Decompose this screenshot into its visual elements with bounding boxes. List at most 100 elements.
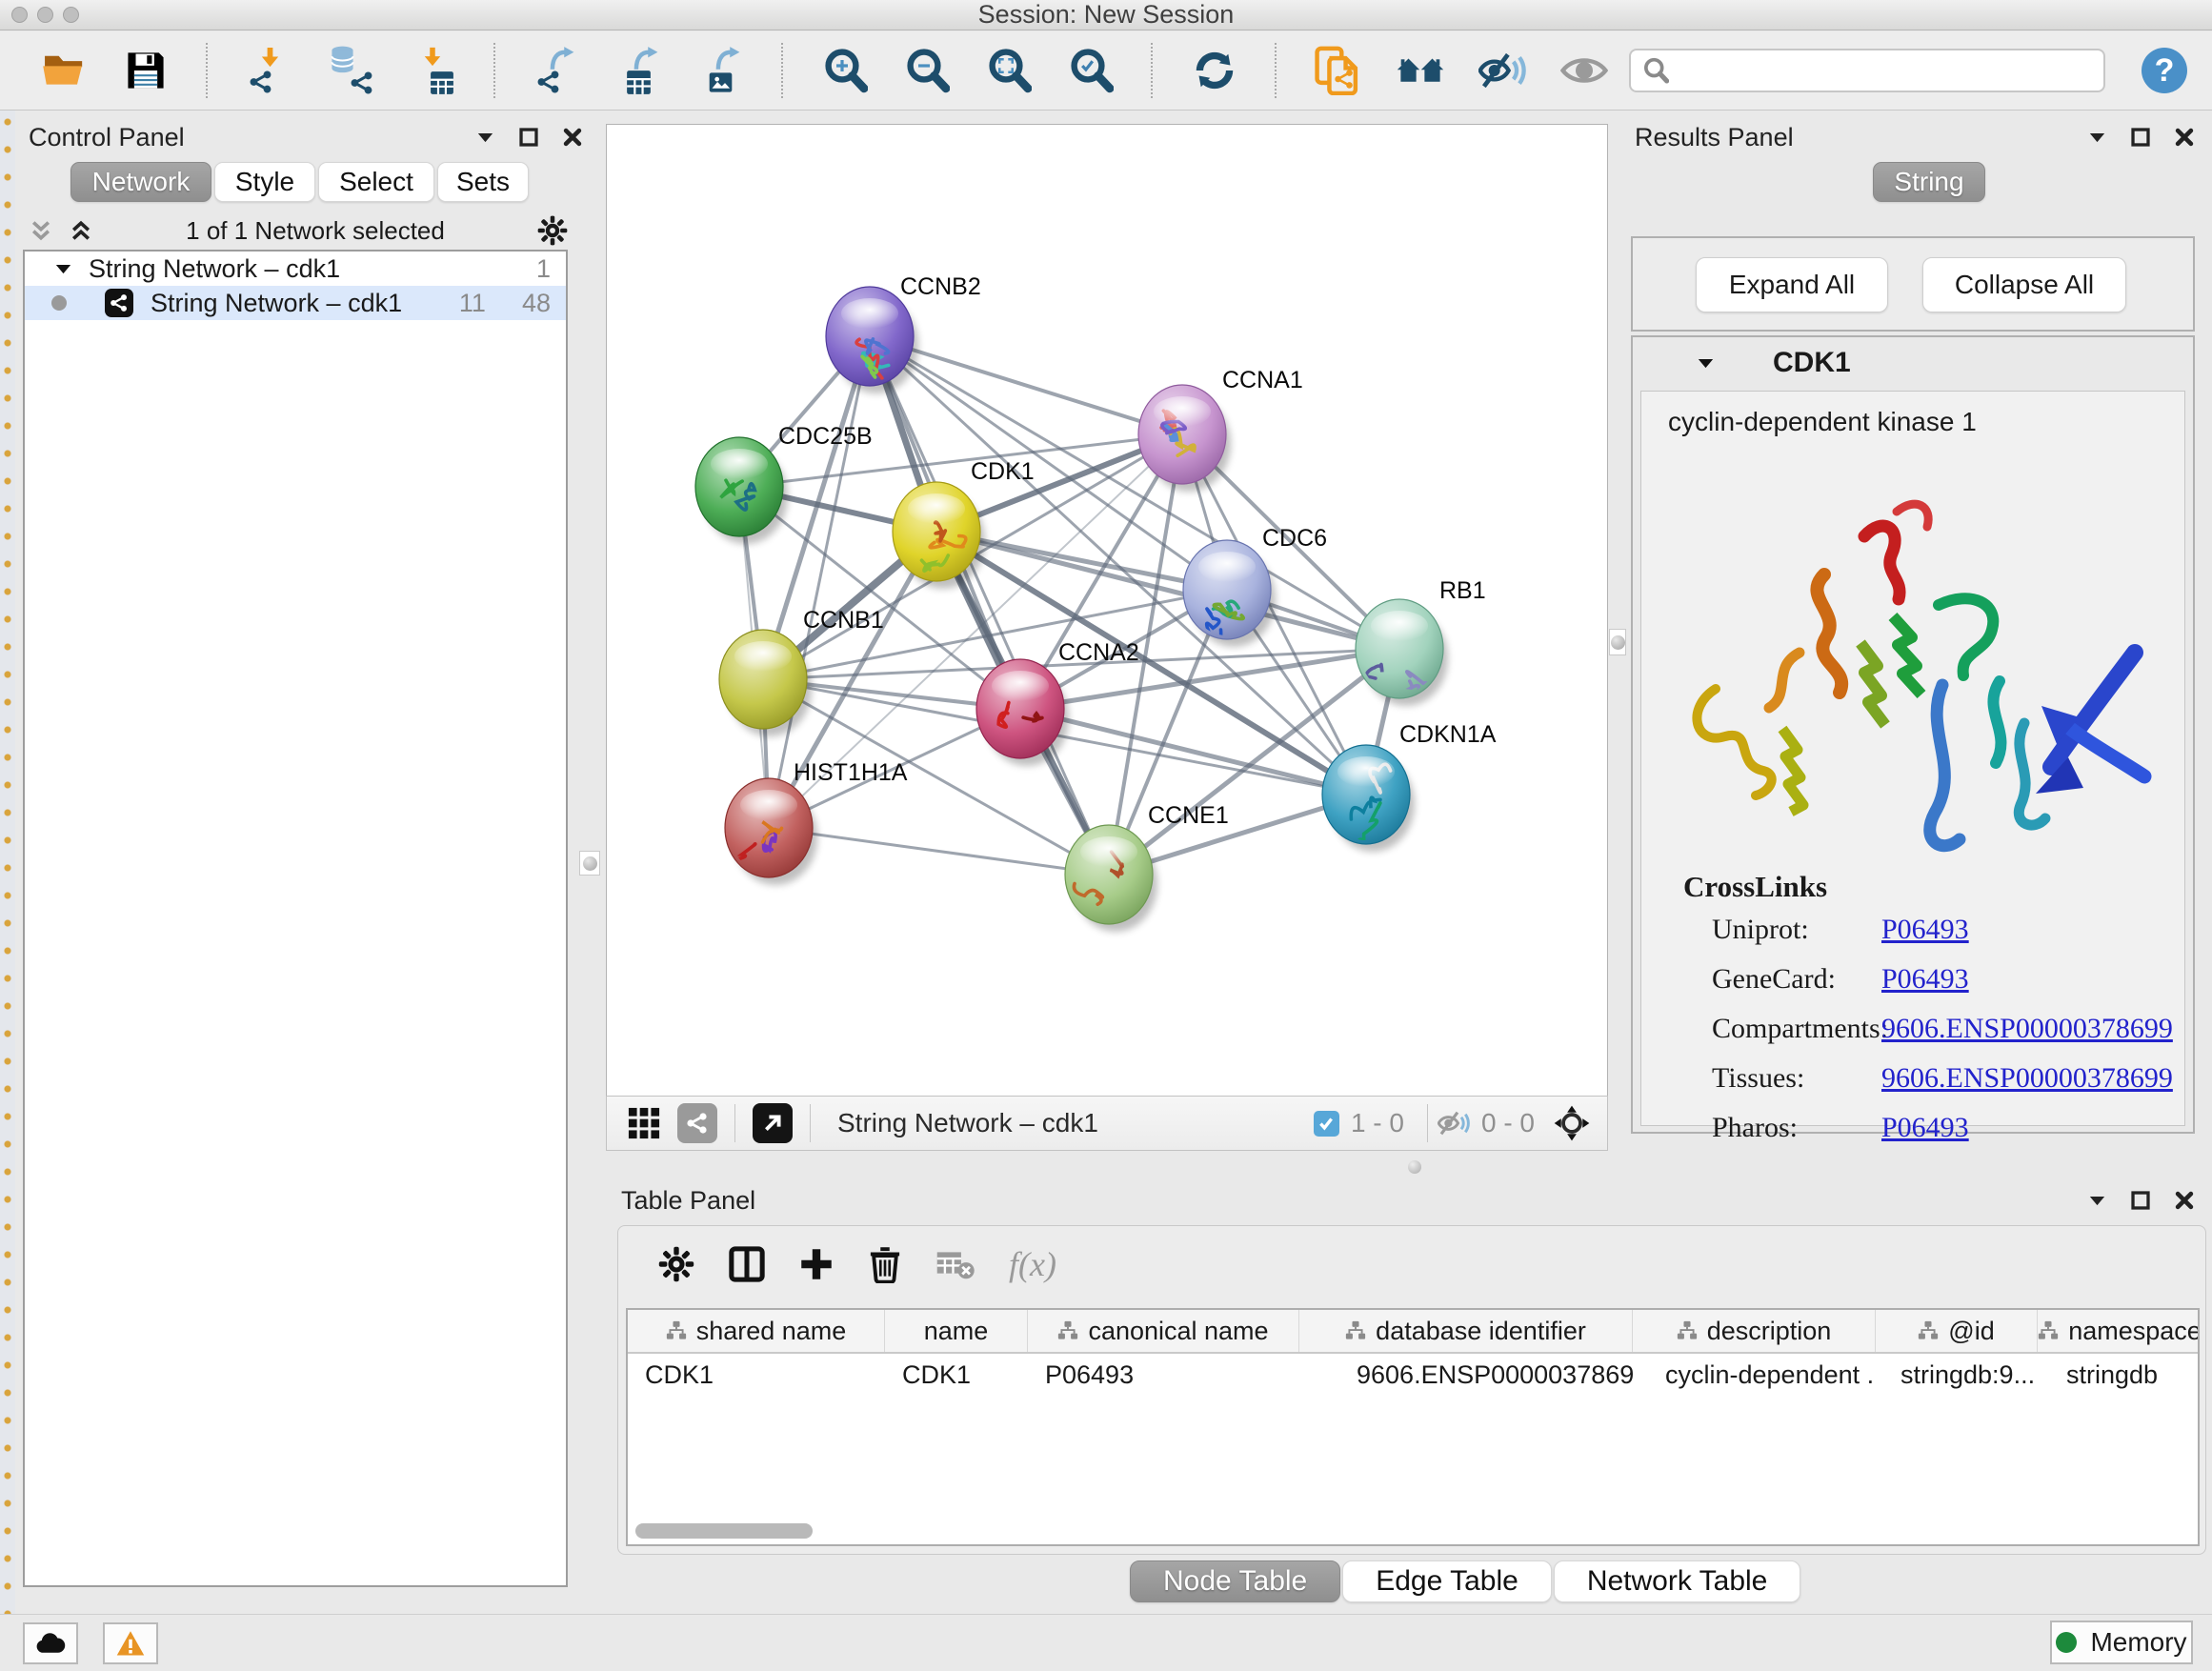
network-canvas[interactable]: CCNB2CCNA1CDC25BCDK1CDC6RB1CCNB1CCNA2CDK…	[606, 124, 1608, 1096]
results-panel-close-icon[interactable]	[2168, 123, 2201, 151]
pan-crosshair-icon[interactable]	[1554, 1105, 1590, 1141]
global-search-field[interactable]	[1629, 49, 2105, 92]
network-node-CDC6[interactable]: CDC6	[1183, 525, 1327, 647]
status-bar: Memory	[0, 1614, 2212, 1671]
export-table-button[interactable]	[613, 45, 665, 96]
tab-sets[interactable]: Sets	[437, 162, 529, 202]
tab-network[interactable]: Network	[70, 162, 211, 202]
collapse-all-button[interactable]: Collapse All	[1922, 257, 2126, 312]
crosslink-uniprot-link[interactable]: P06493	[1881, 914, 1969, 946]
import-network-button[interactable]	[244, 45, 295, 96]
open-session-button[interactable]	[38, 45, 90, 96]
network-row[interactable]: String Network – cdk1 11 48	[25, 286, 566, 320]
network-node-CCNE1[interactable]: CCNE1	[1065, 802, 1229, 932]
cloud-status-button[interactable]	[23, 1622, 78, 1664]
tab-string[interactable]: String	[1873, 162, 1985, 202]
left-splitter-handle[interactable]	[579, 851, 600, 876]
column-header-description[interactable]: description	[1633, 1310, 1876, 1352]
table-panel-float-icon[interactable]	[2124, 1186, 2157, 1215]
network-edge[interactable]	[769, 828, 1109, 875]
help-button[interactable]: ?	[2142, 48, 2187, 93]
first-neighbors-button[interactable]	[1395, 45, 1446, 96]
column-header-name[interactable]: name	[885, 1310, 1028, 1352]
table-panel-close-icon[interactable]	[2168, 1186, 2201, 1215]
zoom-in-icon	[822, 48, 868, 93]
tab-network-table[interactable]: Network Table	[1554, 1560, 1801, 1602]
expand-all-networks-icon[interactable]	[69, 218, 93, 243]
tab-node-table[interactable]: Node Table	[1130, 1560, 1340, 1602]
warnings-button[interactable]	[103, 1622, 158, 1664]
network-options-gear-icon[interactable]	[537, 215, 568, 246]
zoom-selected-button[interactable]	[1065, 45, 1116, 96]
tab-select[interactable]: Select	[318, 162, 434, 202]
network-edge[interactable]	[870, 336, 1109, 875]
table-panel-menu-icon[interactable]	[2081, 1186, 2113, 1215]
add-column-icon[interactable]	[799, 1247, 834, 1281]
results-actions-box: Expand All Collapse All	[1631, 236, 2195, 332]
show-hidden-button[interactable]	[1558, 45, 1610, 96]
import-network-from-database-button[interactable]	[326, 45, 377, 96]
table-row[interactable]: CDK1 CDK1 P06493 9606.ENSP00000378699 cy…	[628, 1354, 2198, 1396]
crosslink-tissues-link[interactable]: 9606.ENSP00000378699	[1881, 1062, 2173, 1095]
control-panel-float-icon[interactable]	[513, 123, 545, 151]
tab-style[interactable]: Style	[214, 162, 315, 202]
network-edge[interactable]	[769, 336, 870, 828]
node-label: CCNB2	[900, 273, 981, 300]
network-edge[interactable]	[1020, 709, 1366, 795]
grid-view-icon[interactable]	[628, 1107, 660, 1139]
control-panel-close-icon[interactable]	[556, 123, 589, 151]
network-node-CCNB2[interactable]: CCNB2	[826, 273, 981, 393]
zoom-in-button[interactable]	[819, 45, 871, 96]
export-image-button[interactable]	[695, 45, 747, 96]
crosslink-compartments-link[interactable]: 9606.ENSP00000378699	[1881, 1013, 2173, 1045]
delete-table-icon[interactable]	[936, 1248, 975, 1280]
search-input[interactable]	[1679, 55, 2079, 87]
crosslink-pharos-link[interactable]: P06493	[1881, 1112, 1969, 1144]
control-panel-menu-icon[interactable]	[469, 123, 501, 151]
refresh-view-button[interactable]	[1189, 45, 1240, 96]
delete-column-icon[interactable]	[868, 1245, 902, 1283]
function-builder-icon[interactable]: f(x)	[1009, 1244, 1056, 1284]
column-header-database-identifier[interactable]: database identifier	[1299, 1310, 1633, 1352]
show-columns-icon[interactable]	[729, 1246, 765, 1282]
network-row-label: String Network – cdk1	[151, 289, 402, 318]
column-header-namespace[interactable]: namespace	[2038, 1310, 2200, 1352]
results-panel-menu-icon[interactable]	[2081, 123, 2113, 151]
expand-all-button[interactable]: Expand All	[1696, 257, 1888, 312]
network-collection-row[interactable]: String Network – cdk1 1	[25, 252, 566, 286]
save-session-button[interactable]	[120, 45, 171, 96]
network-node-HIST1H1A[interactable]: HIST1H1A	[725, 759, 908, 885]
birds-eye-view-icon[interactable]	[753, 1103, 793, 1143]
memory-button[interactable]: Memory	[2050, 1621, 2193, 1664]
network-node-CDKN1A[interactable]: CDKN1A	[1322, 721, 1497, 856]
window-title: Session: New Session	[0, 0, 2212, 30]
column-header-canonical-name[interactable]: canonical name	[1028, 1310, 1299, 1352]
tab-edge-table[interactable]: Edge Table	[1342, 1560, 1552, 1602]
collapse-all-networks-icon[interactable]	[29, 218, 53, 243]
collection-expander-icon[interactable]	[55, 264, 71, 274]
network-node-CDC25B[interactable]: CDC25B	[695, 423, 873, 544]
gene-section-header[interactable]: CDK1	[1633, 337, 2193, 389]
zoom-out-button[interactable]	[901, 45, 953, 96]
gene-expander-icon[interactable]	[1698, 358, 1714, 369]
horizontal-scrollbar-thumb[interactable]	[635, 1523, 813, 1539]
network-node-CCNA1[interactable]: CCNA1	[1138, 367, 1303, 492]
crosslink-genecard-link[interactable]: P06493	[1881, 963, 1969, 996]
zoom-fit-button[interactable]	[983, 45, 1035, 96]
bottom-splitter-handle[interactable]	[1408, 1160, 1421, 1174]
export-network-button[interactable]	[532, 45, 583, 96]
hidden-eye-slash-icon[interactable]	[1438, 1110, 1470, 1137]
hidden-counts: 0 - 0	[1481, 1108, 1535, 1138]
network-node-RB1[interactable]: RB1	[1356, 577, 1486, 706]
network-share-badge-icon[interactable]	[677, 1103, 717, 1143]
column-header-shared-name[interactable]: shared name	[628, 1310, 885, 1352]
right-splitter-handle[interactable]	[1609, 629, 1626, 655]
selected-checkbox-icon[interactable]	[1314, 1111, 1339, 1137]
results-panel-float-icon[interactable]	[2124, 123, 2157, 151]
table-settings-gear-icon[interactable]	[658, 1246, 694, 1282]
column-header-id[interactable]: @id	[1876, 1310, 2038, 1352]
import-table-button[interactable]	[408, 45, 459, 96]
network-node-CDK1[interactable]: CDK1	[893, 458, 1035, 589]
clone-network-button[interactable]	[1313, 45, 1364, 96]
hide-selected-button[interactable]	[1477, 45, 1528, 96]
